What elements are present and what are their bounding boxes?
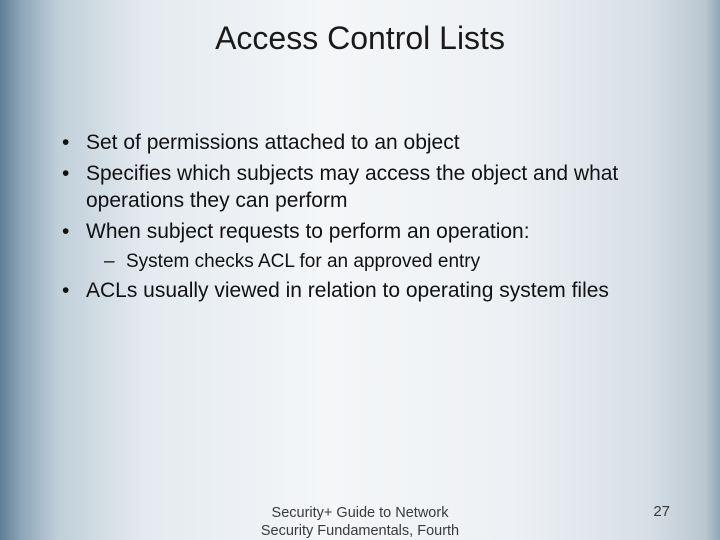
footer-line: Security Fundamentals, Fourth [0,523,720,540]
slide: Access Control Lists Set of permissions … [0,0,720,540]
slide-title: Access Control Lists [0,20,720,57]
slide-body: Set of permissions attached to an object… [62,130,670,309]
bullet-text: When subject requests to perform an oper… [86,220,530,243]
footer-source: Security+ Guide to Network Security Fund… [0,505,720,540]
bullet-item: When subject requests to perform an oper… [62,219,670,274]
sub-bullet-item: System checks ACL for an approved entry [86,250,670,274]
bullet-item: ACLs usually viewed in relation to opera… [62,278,670,305]
footer-line: Security+ Guide to Network [0,505,720,522]
page-number: 27 [653,503,670,520]
bullet-item: Specifies which subjects may access the … [62,161,670,215]
bullet-item: Set of permissions attached to an object [62,130,670,157]
